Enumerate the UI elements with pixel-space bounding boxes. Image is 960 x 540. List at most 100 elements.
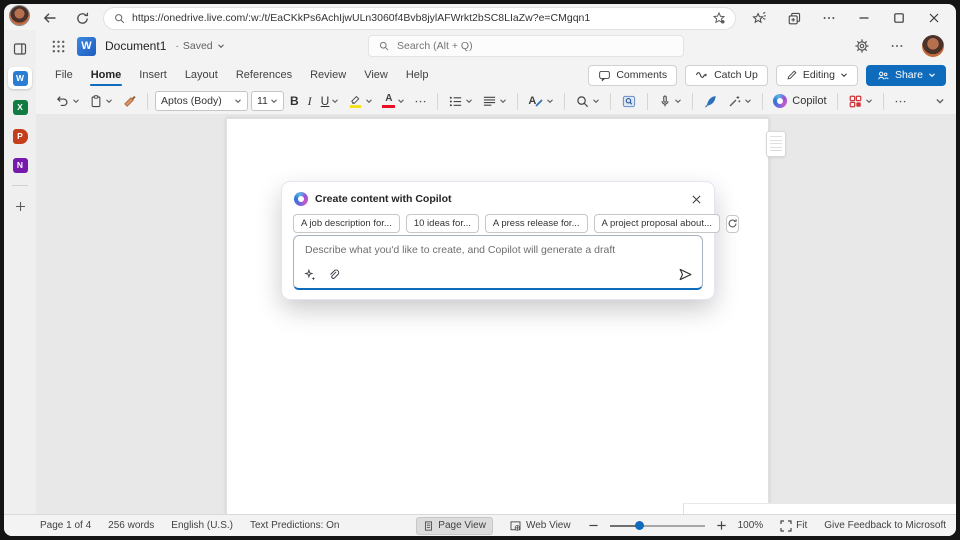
tab-layout[interactable]: Layout (176, 64, 227, 86)
zoom-slider-handle[interactable] (635, 521, 644, 530)
suggestion-chip[interactable]: A press release for... (485, 214, 588, 233)
search-in-document-button[interactable] (618, 92, 640, 111)
collections-button[interactable] (784, 8, 804, 28)
copilot-button[interactable]: Copilot (770, 92, 829, 110)
font-name-select[interactable]: Aptos (Body) (155, 91, 248, 111)
bullet-list-button[interactable] (445, 92, 476, 111)
document-page[interactable] (226, 118, 769, 514)
format-painter-button[interactable] (119, 92, 140, 111)
close-button[interactable] (924, 8, 944, 28)
copilot-prompt-input[interactable] (294, 236, 702, 288)
copilot-button-label: Copilot (792, 95, 826, 107)
sidebar-toggle-button[interactable] (8, 38, 32, 60)
designer-button[interactable] (845, 92, 876, 111)
tab-view[interactable]: View (355, 64, 397, 86)
refresh-button[interactable] (72, 8, 92, 28)
maximize-button[interactable] (889, 8, 909, 28)
url-input[interactable] (132, 12, 706, 24)
zoom-out-button[interactable] (588, 520, 599, 531)
chevron-down-icon (928, 71, 936, 79)
document-title[interactable]: Document1 (105, 39, 166, 53)
fit-button[interactable]: Fit (774, 518, 813, 534)
header-more-button[interactable] (887, 36, 907, 56)
web-view-button[interactable]: Web View (503, 518, 577, 534)
settings-gear-button[interactable] (852, 36, 872, 56)
word-logo-icon[interactable]: W (77, 37, 96, 56)
comments-button[interactable]: Comments (588, 65, 677, 86)
find-button[interactable] (572, 92, 603, 111)
text-predictions-status[interactable]: Text Predictions: On (250, 520, 339, 531)
bookmark-star-icon[interactable] (712, 11, 726, 25)
browser-action-icons (749, 8, 944, 28)
collapsed-comment-card[interactable] (766, 131, 786, 157)
more-formatting-button[interactable] (411, 93, 430, 110)
save-status[interactable]: · Saved (175, 40, 224, 52)
attach-paperclip-icon[interactable] (327, 268, 340, 282)
italic-icon: I (308, 94, 312, 109)
feedback-link[interactable]: Give Feedback to Microsoft (824, 520, 946, 531)
favorites-button[interactable] (749, 8, 769, 28)
align-button[interactable] (479, 92, 510, 111)
paste-button[interactable] (86, 92, 116, 111)
sidebar-item-onenote[interactable]: N (8, 154, 32, 176)
tab-help[interactable]: Help (397, 64, 438, 86)
suggestion-chip[interactable]: 10 ideas for... (406, 214, 479, 233)
rewrite-sparkle-icon[interactable] (304, 269, 317, 282)
share-button[interactable]: Share (866, 65, 946, 86)
content-edge-strip (683, 503, 956, 514)
ribbon-tab-bar: File Home Insert Layout References Revie… (36, 62, 956, 88)
collapse-ribbon-button[interactable] (932, 94, 948, 108)
editor-button[interactable] (700, 92, 721, 111)
zoom-in-button[interactable] (716, 520, 727, 531)
word-count[interactable]: 256 words (108, 520, 154, 531)
address-bar[interactable] (104, 8, 735, 29)
tab-file[interactable]: File (46, 64, 82, 86)
bold-button[interactable]: B (287, 92, 302, 110)
language-status[interactable]: English (U.S.) (171, 520, 233, 531)
sidebar-item-word[interactable]: W (8, 67, 32, 89)
toolbar-divider (517, 93, 518, 110)
refresh-suggestions-button[interactable] (726, 215, 739, 233)
font-size-select[interactable]: 11 (251, 91, 284, 111)
app-search-input[interactable] (397, 40, 674, 52)
catch-up-button[interactable]: Catch Up (685, 65, 768, 86)
italic-button[interactable]: I (305, 92, 315, 111)
app-launcher-button[interactable] (48, 36, 68, 56)
browser-menu-button[interactable] (819, 8, 839, 28)
back-button[interactable] (40, 8, 60, 28)
tab-references[interactable]: References (227, 64, 301, 86)
underline-button[interactable]: U (318, 92, 343, 110)
toolbar-overflow-button[interactable] (891, 93, 910, 110)
dictate-button[interactable] (655, 92, 685, 111)
font-color-swatch (382, 105, 395, 108)
page-view-button[interactable]: Page View (417, 518, 492, 534)
highlight-button[interactable] (345, 91, 376, 111)
zoom-slider[interactable] (610, 521, 705, 531)
suggestion-chip[interactable]: A job description for... (293, 214, 400, 233)
font-color-button[interactable]: A (379, 92, 408, 110)
back-arrow-icon (42, 10, 58, 26)
styles-button[interactable]: A (525, 94, 557, 109)
magic-wand-button[interactable] (724, 92, 755, 111)
zoom-level[interactable]: 100% (738, 520, 764, 531)
suggestion-chip[interactable]: A project proposal about... (594, 214, 720, 233)
editing-mode-button[interactable]: Editing (776, 65, 858, 86)
page-count[interactable]: Page 1 of 4 (40, 520, 91, 531)
send-button[interactable] (678, 267, 693, 282)
font-name-value: Aptos (Body) (161, 95, 222, 107)
sidebar-item-powerpoint[interactable]: P (8, 125, 32, 147)
page-view-label: Page View (438, 520, 486, 531)
tab-review[interactable]: Review (301, 64, 355, 86)
excel-icon: X (13, 100, 28, 115)
app-search-box[interactable] (368, 35, 684, 57)
font-color-icon: A (385, 94, 392, 104)
sidebar-item-excel[interactable]: X (8, 96, 32, 118)
copilot-prompt-box (293, 235, 703, 290)
undo-button[interactable] (52, 92, 83, 111)
sidebar-add-button[interactable] (8, 195, 32, 217)
minimize-button[interactable] (854, 8, 874, 28)
tab-home[interactable]: Home (82, 64, 131, 86)
copilot-close-button[interactable] (688, 191, 704, 207)
account-avatar[interactable] (922, 35, 944, 57)
tab-insert[interactable]: Insert (130, 64, 176, 86)
